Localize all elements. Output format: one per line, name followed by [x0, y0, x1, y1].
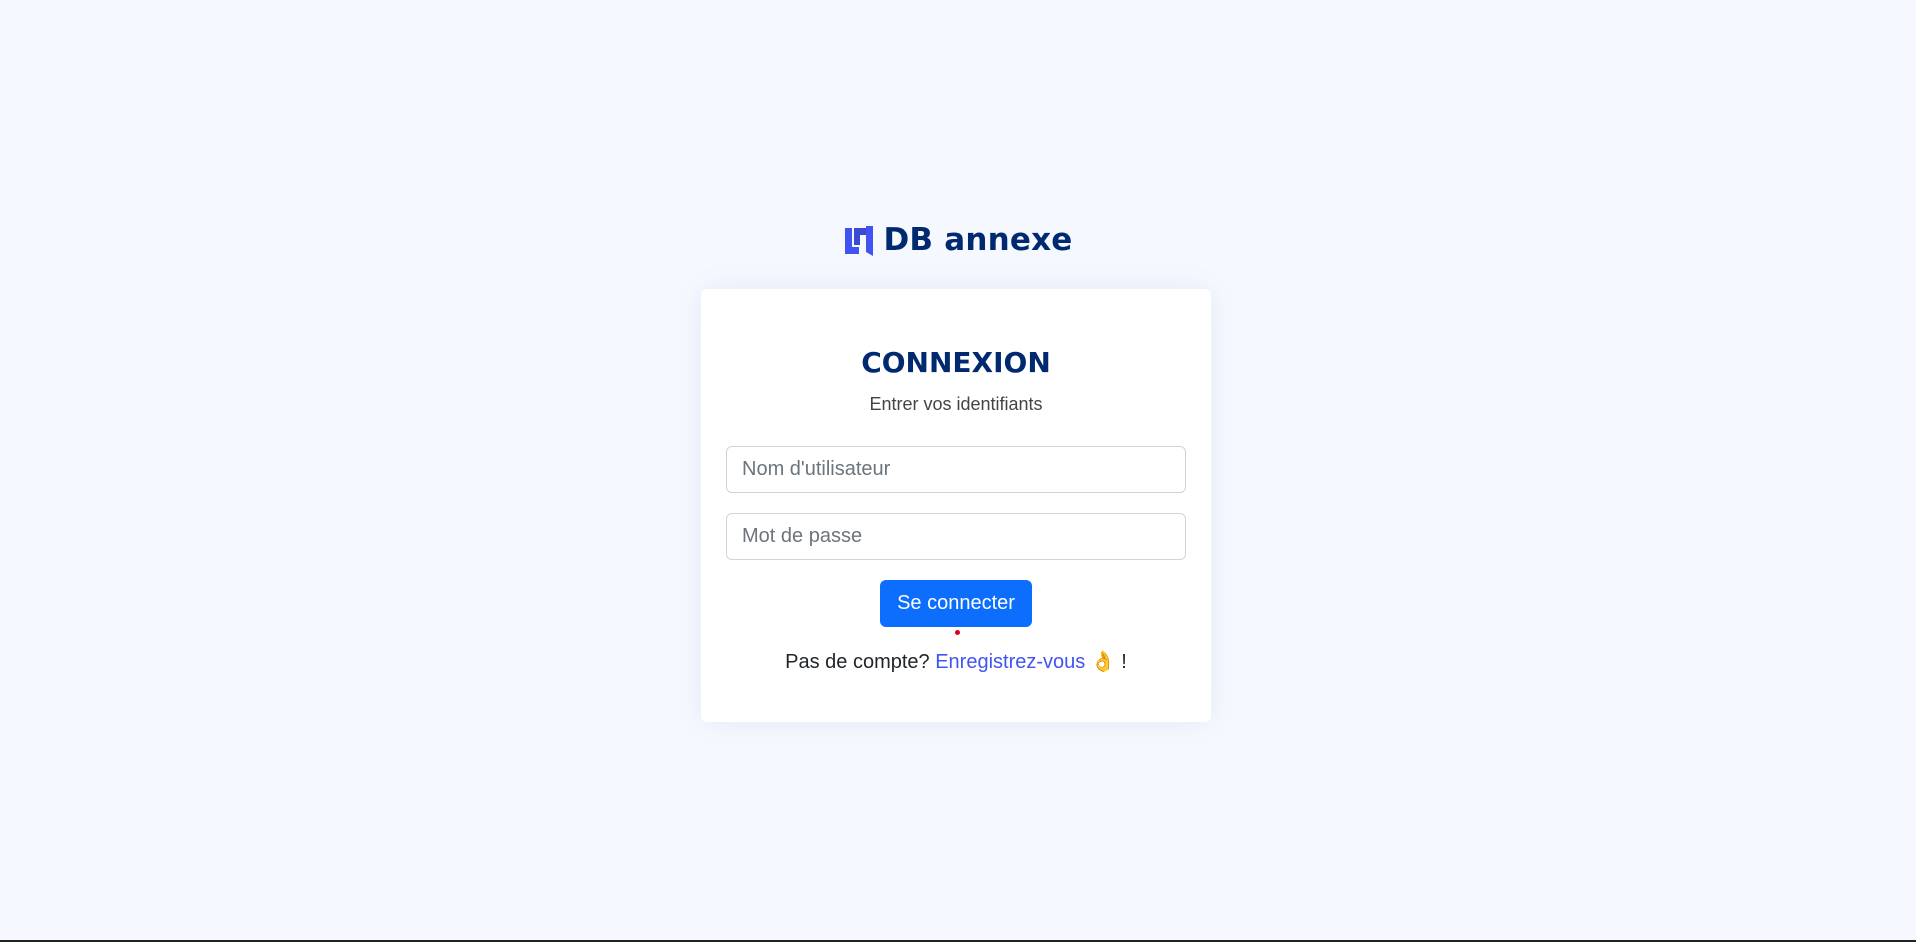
brand-name: DB annexe — [883, 222, 1073, 258]
cursor-indicator — [955, 630, 960, 635]
page-subtitle: Entrer vos identifiants — [869, 394, 1043, 414]
password-input[interactable] — [726, 513, 1186, 560]
login-button[interactable]: Se connecter — [880, 580, 1032, 627]
ok-hand-icon: 👌 — [1090, 651, 1116, 673]
register-prompt: Pas de compte? Enregistrez-vous 👌 ! — [701, 648, 1211, 676]
db-annexe-logo-icon — [845, 226, 874, 256]
register-suffix: ! — [1115, 651, 1127, 673]
register-link[interactable]: Enregistrez-vous — [935, 651, 1085, 673]
page-title: CONNEXION — [861, 346, 1051, 379]
register-prompt-text: Pas de compte? — [785, 651, 936, 673]
username-input[interactable] — [726, 446, 1186, 493]
brand-header: DB annexe — [0, 222, 1916, 258]
